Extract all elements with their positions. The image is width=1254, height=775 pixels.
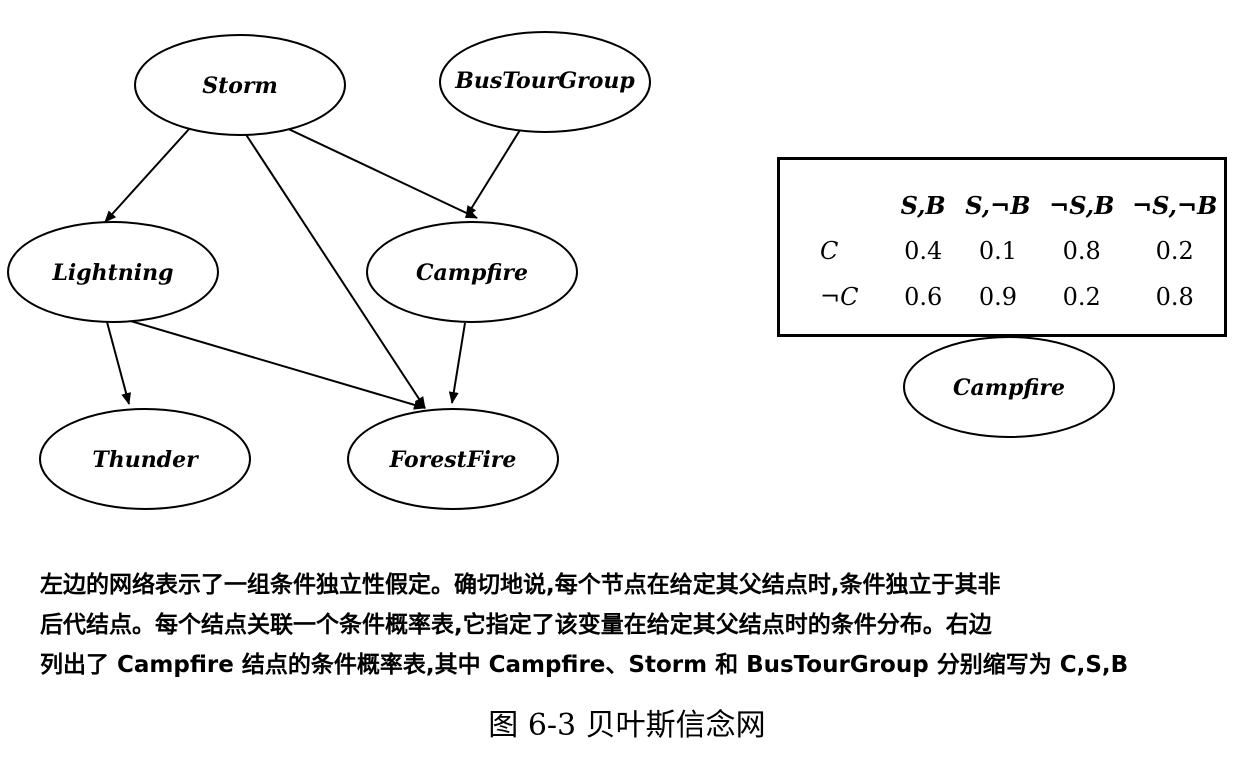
cpt-row: C 0.4 0.1 0.8 0.2 — [820, 228, 1224, 274]
edge-campfire-forestfire — [448, 322, 466, 404]
cpt-cell: 0.1 — [978, 237, 1017, 265]
edge-lightning-forestfire — [126, 319, 426, 410]
cpt-cell: 0.8 — [1155, 283, 1194, 311]
edge-bustourgroup-campfire — [465, 129, 521, 218]
cpt-cell: 0.4 — [904, 237, 943, 265]
cpt-cell: 0.8 — [1062, 237, 1101, 265]
cpt-cell: 0.2 — [1155, 237, 1194, 265]
node-label-lightning: Lightning — [51, 260, 173, 286]
cpt-column-header: ¬S,¬B — [1132, 190, 1218, 220]
cpt-cell: 0.6 — [904, 283, 943, 311]
node-label-campfire: Campfire — [416, 260, 528, 286]
figure-title: 图 6-3 贝叶斯信念网 — [488, 708, 766, 743]
node-label-thunder: Thunder — [92, 447, 199, 473]
caption-line: 列出了 Campfire 结点的条件概率表,其中 Campfire、Storm … — [40, 652, 1129, 678]
cpt-row: ¬C 0.6 0.9 0.2 0.8 — [820, 274, 1224, 320]
edge-lightning-thunder — [106, 321, 131, 405]
caption-line: 后代结点。每个结点关联一个条件概率表,它指定了该变量在给定其父结点时的条件分布。… — [40, 612, 992, 638]
cpt-cell: 0.2 — [1062, 283, 1101, 311]
node-label-storm: Storm — [202, 73, 278, 99]
cpt-cell: 0.9 — [978, 283, 1017, 311]
conditional-probability-table: S,B S,¬B ¬S,B ¬S,¬B C 0.4 0.1 0.8 0.2 ¬C… — [777, 157, 1227, 337]
node-label-forestfire: ForestFire — [389, 447, 517, 473]
node-label-bustourgroup: BusTourGroup — [454, 68, 635, 94]
edge-storm-lightning — [104, 127, 191, 223]
cpt-column-header: ¬S,B — [1049, 190, 1115, 220]
cpt-grid: S,B S,¬B ¬S,B ¬S,¬B C 0.4 0.1 0.8 0.2 ¬C… — [820, 182, 1224, 320]
node-label-campfire-cpt: Campfire — [953, 375, 1065, 401]
edge-storm-campfire — [279, 124, 478, 219]
cpt-corner-cell — [820, 182, 889, 228]
cpt-column-header: S,B — [900, 190, 946, 220]
figure-caption: 左边的网络表示了一组条件独立性假定。确切地说,每个节点在给定其父结点时,条件独立… — [40, 565, 1220, 685]
cpt-header-row: S,B S,¬B ¬S,B ¬S,¬B — [820, 182, 1224, 228]
cpt-row-label: C — [820, 237, 839, 265]
cpt-column-header: S,¬B — [965, 190, 1031, 220]
cpt-row-label: ¬C — [820, 283, 859, 311]
caption-line: 左边的网络表示了一组条件独立性假定。确切地说,每个节点在给定其父结点时,条件独立… — [40, 572, 1001, 598]
